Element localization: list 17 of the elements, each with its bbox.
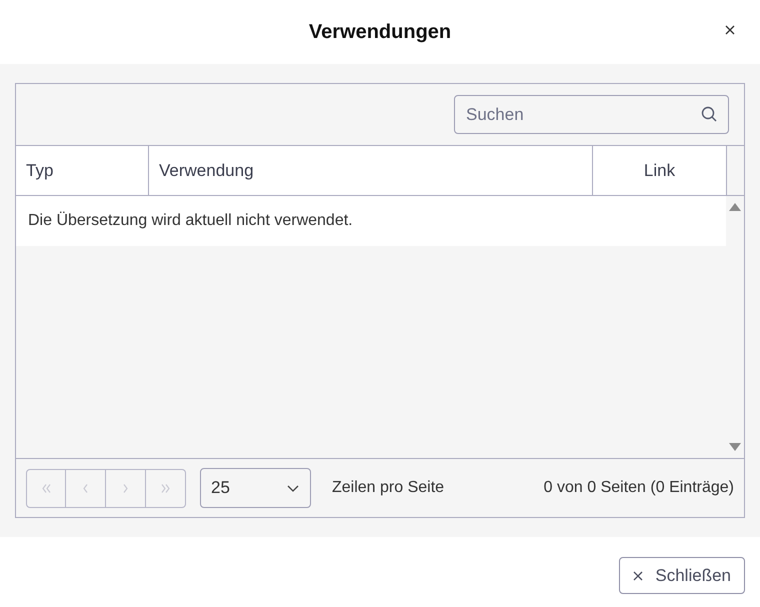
page-size-label: Zeilen pro Seite bbox=[332, 478, 444, 498]
chevron-down-icon bbox=[287, 484, 299, 492]
close-dialog-button[interactable]: Schließen bbox=[619, 557, 745, 594]
scroll-down-arrow-icon[interactable] bbox=[729, 443, 741, 451]
double-chevron-right-icon bbox=[159, 482, 172, 494]
search-field[interactable]: Suchen bbox=[454, 95, 729, 134]
dialog-title: Verwendungen bbox=[308, 20, 452, 45]
search-icon bbox=[701, 106, 717, 122]
close-icon bbox=[725, 25, 735, 35]
double-chevron-left-icon bbox=[40, 482, 52, 494]
close-icon bbox=[633, 570, 644, 580]
empty-message: Die Übersetzung wird aktuell nicht verwendet. bbox=[28, 210, 353, 231]
column-header[interactable]: Verwendung bbox=[148, 146, 592, 195]
scroll-up-arrow-icon[interactable] bbox=[729, 203, 741, 211]
page-summary: 0 von 0 Seiten (0 Einträge) bbox=[544, 478, 734, 498]
page-size-select[interactable]: 25 bbox=[200, 468, 311, 508]
column-header[interactable]: Typ bbox=[16, 146, 148, 195]
